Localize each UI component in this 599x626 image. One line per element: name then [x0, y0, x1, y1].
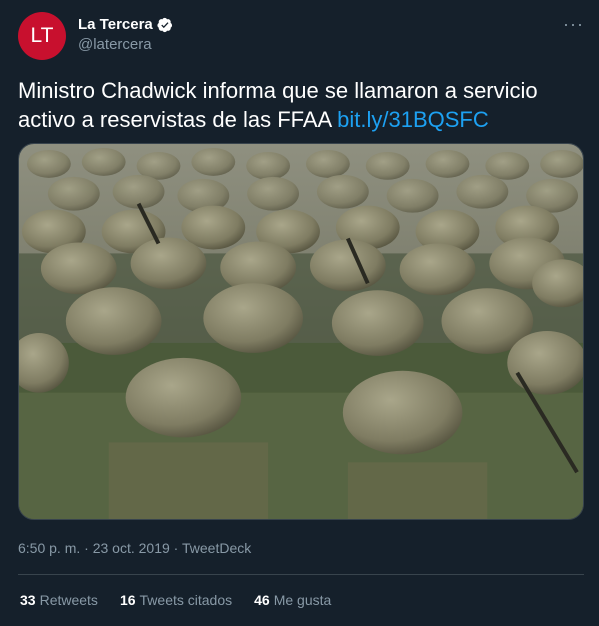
tweet-source[interactable]: TweetDeck: [182, 540, 251, 556]
tweet-link[interactable]: bit.ly/31BQSFC: [337, 107, 489, 132]
avatar[interactable]: LT: [18, 12, 66, 60]
tweet-meta: 6:50 p. m. · 23 oct. 2019 · TweetDeck: [18, 540, 251, 556]
author-display-name[interactable]: La Tercera: [78, 16, 153, 33]
likes-label: Me gusta: [273, 592, 332, 608]
more-horizontal-icon[interactable]: ···: [563, 14, 584, 35]
likes-stat[interactable]: 46 Me gusta: [254, 592, 331, 608]
author-display-name-row[interactable]: La Tercera: [78, 16, 173, 33]
author-handle[interactable]: @latercera: [78, 36, 173, 53]
quote-tweets-count: 16: [119, 592, 136, 608]
quote-tweets-stat[interactable]: 16 Tweets citados: [120, 592, 232, 608]
quote-tweets-label: Tweets citados: [139, 592, 233, 608]
tweet-header: LT La Tercera @latercera ···: [18, 12, 584, 62]
retweets-label: Retweets: [39, 592, 98, 608]
meta-separator-2: ·: [173, 540, 179, 556]
verified-badge-icon: [157, 17, 172, 32]
retweets-count: 33: [20, 592, 36, 608]
soldiers-photo-illustration: [19, 144, 583, 519]
divider-top: [18, 574, 584, 575]
tweet-photo[interactable]: [18, 143, 584, 520]
engagement-stats: 33 Retweets 16 Tweets citados 46 Me gusta: [20, 592, 331, 608]
tweet-date[interactable]: 23 oct. 2019: [93, 540, 170, 556]
author-names: La Tercera @latercera: [78, 16, 173, 53]
meta-separator: ·: [84, 540, 89, 556]
retweets-stat[interactable]: 33 Retweets: [20, 592, 98, 608]
likes-count: 46: [254, 592, 270, 608]
tweet-text: Ministro Chadwick informa que se llamaro…: [18, 76, 584, 134]
tweet-time[interactable]: 6:50 p. m.: [18, 540, 80, 556]
